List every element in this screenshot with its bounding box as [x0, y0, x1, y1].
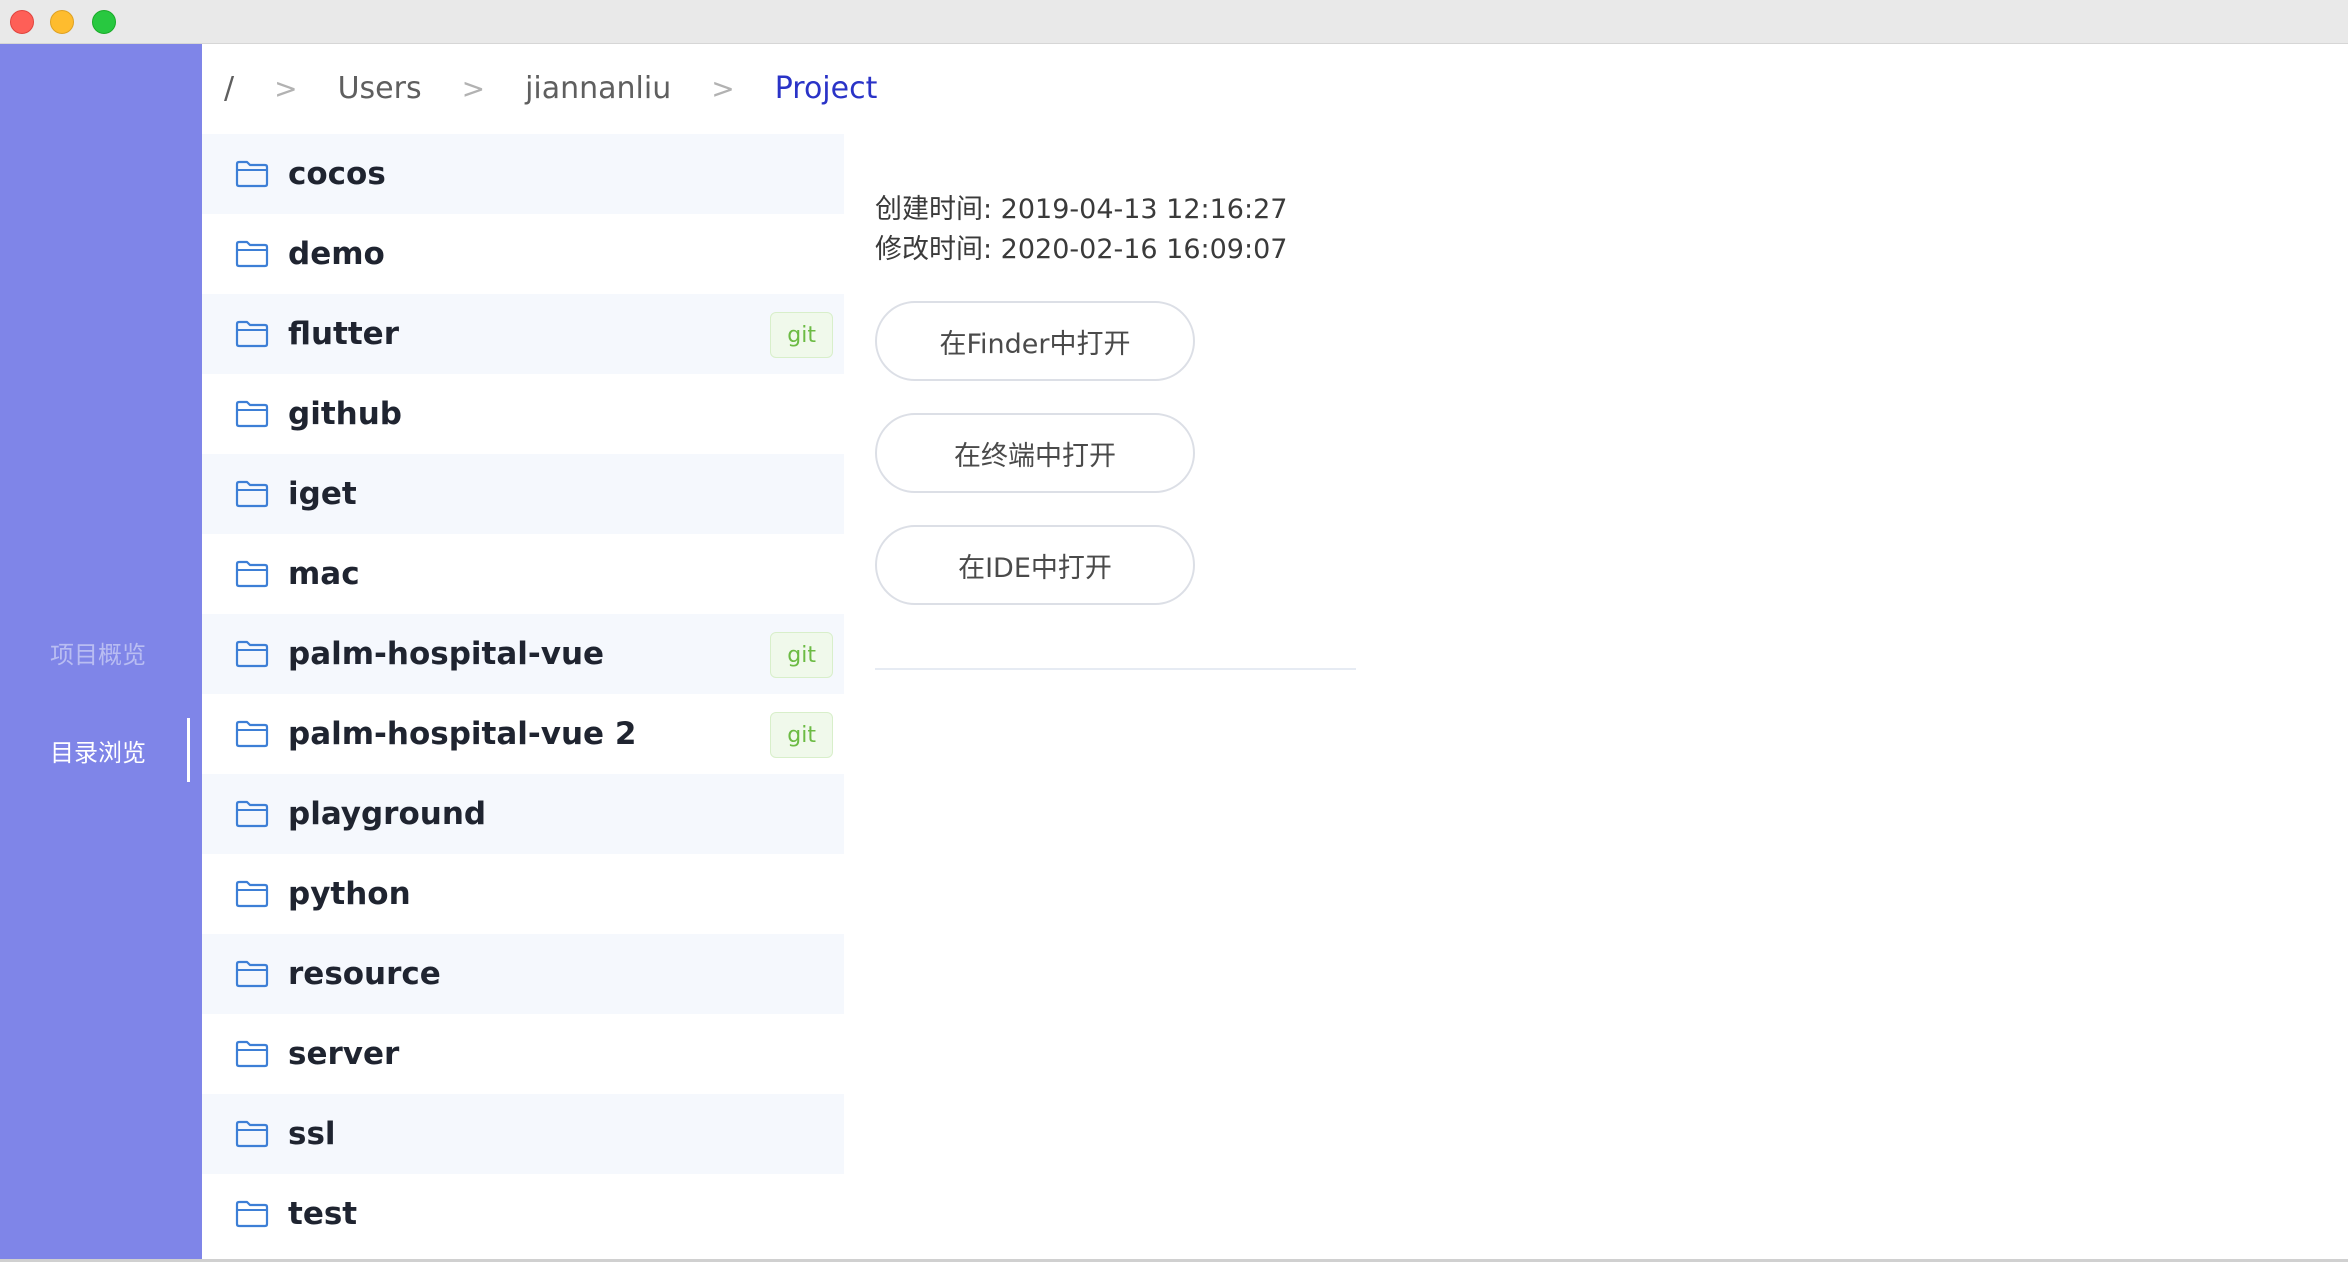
breadcrumb-project[interactable]: Project	[775, 71, 878, 106]
folder-name: mac	[288, 556, 360, 592]
folder-icon	[235, 800, 269, 828]
folder-icon	[235, 1040, 269, 1068]
folder-row[interactable]: resource	[202, 934, 844, 1014]
folder-name: github	[288, 396, 402, 432]
divider	[875, 668, 1356, 670]
folder-row[interactable]: cocos	[202, 134, 844, 214]
folder-name: test	[288, 1196, 358, 1232]
folder-icon	[235, 480, 269, 508]
sidebar: 项目概览 目录浏览	[0, 44, 202, 1262]
folder-name: cocos	[288, 156, 386, 192]
folder-name: demo	[288, 236, 385, 272]
folder-row[interactable]: server	[202, 1014, 844, 1094]
sidebar-item-browse[interactable]: 目录浏览	[0, 718, 202, 782]
maximize-window-button[interactable]	[92, 10, 116, 34]
open-in-ide-button[interactable]: 在IDE中打开	[875, 525, 1195, 605]
folder-name: ssl	[288, 1116, 336, 1152]
folder-icon	[235, 960, 269, 988]
breadcrumb-users[interactable]: Users	[338, 71, 422, 106]
folder-row[interactable]: playground	[202, 774, 844, 854]
folder-icon	[235, 640, 269, 668]
folder-details: 创建时间: 2019-04-13 12:16:27 修改时间: 2020-02-…	[875, 190, 1287, 270]
folder-icon	[235, 320, 269, 348]
open-in-finder-button[interactable]: 在Finder中打开	[875, 301, 1195, 381]
app-window: 项目概览 目录浏览 / > Users > jiannanliu > Proje…	[0, 0, 2348, 1262]
title-bar	[0, 0, 2348, 44]
git-tag: git	[770, 632, 833, 678]
breadcrumb-root[interactable]: /	[224, 71, 234, 106]
folder-list: cocos demo flutter git github iget mac palm-hos…	[202, 134, 844, 1254]
open-in-terminal-button[interactable]: 在终端中打开	[875, 413, 1195, 493]
breadcrumb-separator: >	[274, 71, 298, 105]
folder-name: flutter	[288, 316, 399, 352]
folder-name: palm-hospital-vue	[288, 636, 605, 672]
folder-row[interactable]: python	[202, 854, 844, 934]
folder-icon	[235, 560, 269, 588]
folder-row[interactable]: palm-hospital-vue git	[202, 614, 844, 694]
folder-row[interactable]: github	[202, 374, 844, 454]
folder-row[interactable]: ssl	[202, 1094, 844, 1174]
folder-row[interactable]: mac	[202, 534, 844, 614]
sidebar-item-label: 项目概览	[50, 640, 146, 669]
folder-icon	[235, 1120, 269, 1148]
folder-icon	[235, 240, 269, 268]
breadcrumb-jiannanliu[interactable]: jiannanliu	[525, 71, 671, 106]
folder-row[interactable]: test	[202, 1174, 844, 1254]
folder-row[interactable]: iget	[202, 454, 844, 534]
folder-row[interactable]: flutter git	[202, 294, 844, 374]
folder-name: palm-hospital-vue 2	[288, 716, 637, 752]
folder-icon	[235, 1200, 269, 1228]
folder-name: server	[288, 1036, 400, 1072]
git-tag: git	[770, 312, 833, 358]
git-tag: git	[770, 712, 833, 758]
sidebar-item-label: 目录浏览	[50, 738, 146, 767]
folder-icon	[235, 400, 269, 428]
minimize-window-button[interactable]	[50, 10, 74, 34]
folder-row[interactable]: palm-hospital-vue 2 git	[202, 694, 844, 774]
folder-icon	[235, 720, 269, 748]
breadcrumb-separator: >	[461, 71, 486, 105]
folder-name: resource	[288, 956, 441, 992]
folder-name: python	[288, 876, 411, 912]
close-window-button[interactable]	[10, 10, 34, 34]
modified-time: 修改时间: 2020-02-16 16:09:07	[875, 234, 1288, 265]
folder-icon	[235, 880, 269, 908]
folder-row[interactable]: demo	[202, 214, 844, 294]
folder-icon	[235, 160, 269, 188]
breadcrumb: / > Users > jiannanliu > Project	[202, 60, 877, 116]
created-time: 创建时间: 2019-04-13 12:16:27	[875, 194, 1288, 225]
breadcrumb-separator: >	[711, 71, 735, 105]
folder-name: playground	[288, 796, 487, 832]
folder-name: iget	[288, 476, 357, 512]
sidebar-item-overview[interactable]: 项目概览	[0, 620, 202, 684]
